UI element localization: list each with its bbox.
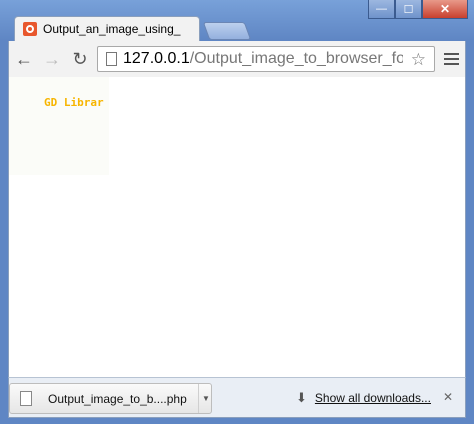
download-menu-caret-icon[interactable]: ▼ [198, 384, 213, 413]
chrome-menu-button[interactable] [442, 49, 460, 69]
toolbar: ← → ↻ 127.0.0.1/Output_image_to_browser_… [8, 41, 466, 77]
url-host: 127.0.0.1 [123, 50, 190, 67]
show-all-downloads[interactable]: ⬇ Show all downloads... [296, 390, 431, 406]
gd-image-text: GD Librar [44, 96, 104, 109]
tab-title: Output_an_image_using_ [43, 22, 181, 36]
menu-line-icon [443, 53, 459, 55]
new-tab-button[interactable] [202, 22, 252, 40]
page-content: GD Librar [8, 77, 466, 377]
download-arrow-icon: ⬇ [296, 390, 307, 405]
download-bar: Output_image_to_b....php ▼ ⬇ Show all do… [8, 377, 466, 418]
maximize-button[interactable]: ☐ [395, 0, 422, 19]
menu-line-icon [443, 63, 459, 65]
browser-window: — ☐ ✕ Output_an_image_using_ ← → ↻ 127.0… [0, 0, 474, 424]
url-path: /Output_image_to_browser_for_ [189, 50, 403, 67]
menu-line-icon [443, 58, 459, 60]
download-item[interactable]: Output_image_to_b....php ▼ [9, 383, 212, 414]
close-window-button[interactable]: ✕ [422, 0, 468, 19]
close-download-bar-icon[interactable]: ✕ [443, 390, 453, 404]
browser-tab[interactable]: Output_an_image_using_ [14, 16, 200, 41]
reload-button[interactable]: ↻ [69, 49, 91, 69]
window-controls: — ☐ ✕ [368, 0, 468, 20]
page-icon [106, 52, 117, 66]
back-button[interactable]: ← [13, 49, 35, 69]
download-file-name: Output_image_to_b....php [48, 391, 187, 406]
gd-output-image: GD Librar [9, 77, 109, 175]
bookmark-star-icon[interactable]: ☆ [411, 50, 426, 70]
address-bar[interactable]: 127.0.0.1/Output_image_to_browser_for_ ☆ [97, 46, 435, 72]
url-text[interactable]: 127.0.0.1/Output_image_to_browser_for_ [123, 50, 403, 68]
xampp-favicon-icon [23, 22, 37, 36]
forward-button[interactable]: → [41, 49, 63, 69]
show-all-downloads-link[interactable]: Show all downloads... [315, 391, 431, 405]
file-icon [20, 391, 32, 406]
minimize-button[interactable]: — [368, 0, 395, 19]
